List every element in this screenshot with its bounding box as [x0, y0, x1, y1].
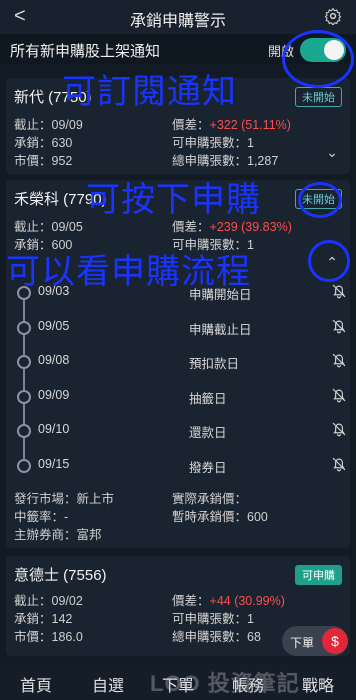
dollar-icon[interactable]: $: [322, 628, 348, 654]
top-bar: < 承銷申購警示: [0, 0, 356, 34]
actual-price: 實際承銷價：: [172, 492, 248, 506]
total-lots: 總申購張數：1,287: [172, 154, 279, 168]
underwriting: 承銷：142: [14, 612, 73, 626]
timeline-date: 09/10: [38, 422, 70, 436]
bell-off-icon[interactable]: [330, 317, 348, 335]
order-float-label: 下單: [290, 636, 315, 650]
spread-value: +44 (30.99%): [209, 594, 285, 608]
timeline-date: 09/05: [38, 318, 70, 333]
stock-name: 意德士 (7556): [14, 567, 107, 584]
ipo-card[interactable]: 禾榮科 (7790) 未開始 截止：09/05 價差：+239 (39.83%)…: [6, 180, 350, 548]
spread-label: 價差：: [172, 220, 210, 234]
total-lots: 總申購張數：68: [172, 630, 261, 644]
tab-home[interactable]: 首頁: [20, 672, 52, 696]
annotation-text: 可訂閱通知: [62, 72, 237, 112]
deadline: 截止：09/09: [14, 118, 83, 132]
spread: 價差：+322 (51.11%): [172, 114, 291, 133]
tab-watchlist[interactable]: 自選: [92, 672, 124, 696]
bell-off-icon[interactable]: [330, 351, 348, 369]
timeline-event: 撥券日: [189, 460, 227, 475]
winning-rate: 中籤率：-: [14, 510, 69, 524]
notify-label: 所有新申購股上架通知: [10, 43, 161, 60]
issue-market: 發行市場：新上市: [14, 492, 115, 506]
timeline-dot: [17, 389, 31, 404]
lead-broker: 主辦券商：富邦: [14, 528, 102, 542]
timeline-event: 還款日: [189, 426, 227, 440]
annotation-circle: [308, 240, 350, 282]
deadline: 截止：09/05: [14, 220, 83, 234]
watermark: LOO 投資筆記: [150, 671, 300, 696]
timeline-event: 預扣款日: [189, 357, 240, 371]
gear-icon[interactable]: [324, 7, 342, 25]
annotation-text: 可按下申購: [86, 180, 261, 220]
annotation-circle: [282, 30, 354, 88]
market-price: 市價：186.0: [14, 630, 83, 644]
timeline-dot: [17, 458, 31, 473]
available-lots: 可申購張數：1: [172, 136, 254, 150]
timeline-event: 申購截止日: [189, 322, 252, 337]
status-badge: 未開始: [295, 87, 342, 107]
spread-label: 價差：: [172, 118, 210, 132]
annotation-text: 可以看申購流程: [6, 252, 251, 292]
spread-value: +239 (39.83%): [209, 220, 292, 234]
timeline-date: 09/09: [38, 387, 70, 402]
bell-off-icon[interactable]: [330, 420, 348, 438]
spread: 價差：+44 (30.99%): [172, 590, 285, 609]
spread-label: 價差：: [172, 594, 210, 608]
timeline-event: 抽籤日: [189, 391, 227, 406]
chevron-down-icon[interactable]: ⌄: [326, 144, 338, 161]
timeline-date: 09/08: [38, 353, 70, 367]
bell-off-icon[interactable]: [330, 386, 348, 404]
available-lots: 可申購張數：1: [172, 612, 254, 626]
annotation-circle: [298, 182, 342, 218]
tab-strategy[interactable]: 戰略: [302, 672, 334, 696]
spread-value: +322 (51.11%): [209, 118, 291, 132]
timeline-dot: [17, 355, 31, 369]
timeline-date: 09/15: [38, 456, 70, 471]
bell-off-icon[interactable]: [330, 455, 348, 473]
deadline: 截止：09/02: [14, 594, 83, 608]
bell-off-icon[interactable]: [330, 282, 348, 300]
page-title: 承銷申購警示: [129, 13, 226, 30]
market-price: 市價：952: [14, 154, 73, 168]
temp-price: 暫時承銷價：600: [172, 510, 268, 524]
status-badge[interactable]: 可申購: [295, 565, 342, 585]
timeline-dot: [17, 424, 31, 438]
underwriting: 承銷：630: [14, 136, 73, 150]
timeline-dot: [17, 320, 31, 335]
